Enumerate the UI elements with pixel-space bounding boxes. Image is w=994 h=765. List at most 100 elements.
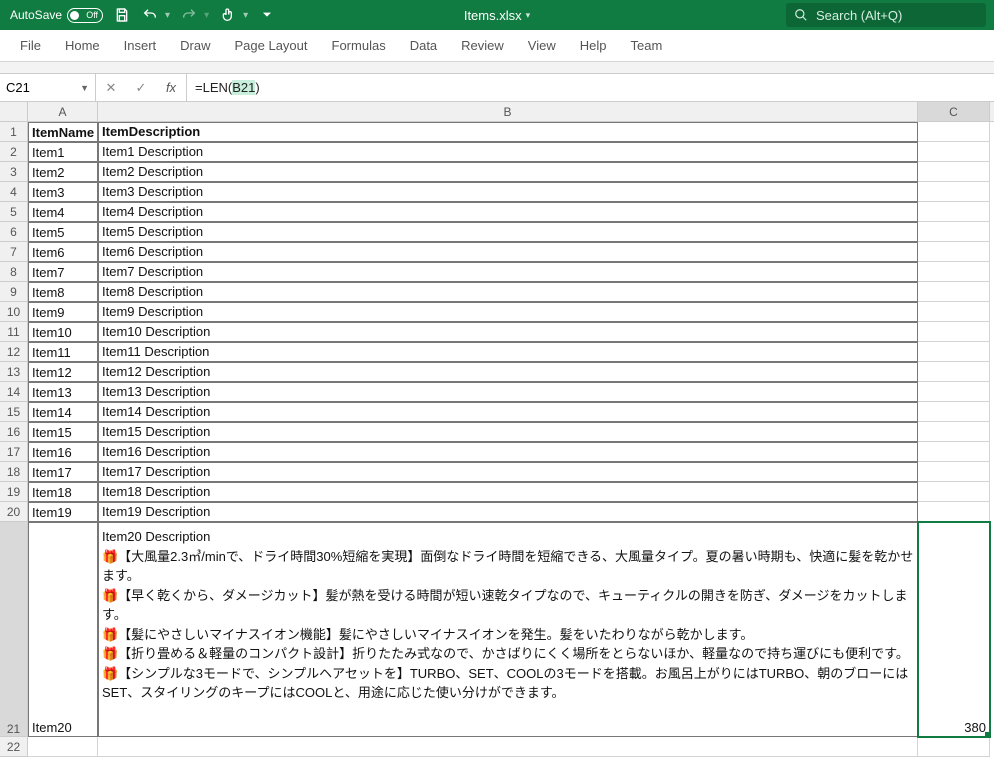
cell[interactable]: Item16 bbox=[28, 442, 98, 462]
cell[interactable]: Item5 bbox=[28, 222, 98, 242]
cancel-formula-icon[interactable]: ✕ bbox=[96, 74, 126, 101]
cell[interactable] bbox=[918, 737, 990, 757]
workbook-title[interactable]: Items.xlsx ▾ bbox=[464, 8, 530, 23]
cell[interactable]: Item13 Description bbox=[98, 382, 918, 402]
cell[interactable]: Item20 bbox=[28, 522, 98, 737]
row-header[interactable]: 10 bbox=[0, 302, 28, 322]
row-header[interactable]: 8 bbox=[0, 262, 28, 282]
col-header-b[interactable]: B bbox=[98, 102, 918, 121]
tab-insert[interactable]: Insert bbox=[124, 38, 157, 53]
row-header[interactable]: 19 bbox=[0, 482, 28, 502]
fx-icon[interactable]: fx bbox=[156, 74, 186, 101]
cell[interactable]: Item15 bbox=[28, 422, 98, 442]
chevron-down-icon[interactable]: ▾ bbox=[243, 10, 248, 21]
cell[interactable]: Item9 Description bbox=[98, 302, 918, 322]
tab-help[interactable]: Help bbox=[580, 38, 607, 53]
cell[interactable] bbox=[918, 282, 990, 302]
active-cell[interactable]: 380 bbox=[918, 522, 990, 737]
col-header-a[interactable]: A bbox=[28, 102, 98, 121]
row-header[interactable]: 22 bbox=[0, 737, 28, 757]
row-header[interactable]: 13 bbox=[0, 362, 28, 382]
cell[interactable]: Item14 Description bbox=[98, 402, 918, 422]
cell[interactable]: Item4 Description bbox=[98, 202, 918, 222]
cell[interactable]: Item7 bbox=[28, 262, 98, 282]
qat-customize-icon[interactable]: ⏷ bbox=[258, 6, 276, 24]
cell[interactable] bbox=[918, 202, 990, 222]
cell[interactable] bbox=[918, 122, 990, 142]
select-all-corner[interactable] bbox=[0, 102, 28, 121]
undo-icon[interactable] bbox=[141, 6, 159, 24]
cell[interactable]: Item5 Description bbox=[98, 222, 918, 242]
col-header-c[interactable]: C bbox=[918, 102, 990, 121]
cell[interactable] bbox=[918, 242, 990, 262]
autosave-toggle[interactable]: AutoSave Off bbox=[10, 8, 103, 23]
cell[interactable] bbox=[918, 182, 990, 202]
save-icon[interactable] bbox=[113, 6, 131, 24]
row-header[interactable]: 7 bbox=[0, 242, 28, 262]
tab-formulas[interactable]: Formulas bbox=[332, 38, 386, 53]
enter-formula-icon[interactable]: ✓ bbox=[126, 74, 156, 101]
cell[interactable] bbox=[98, 737, 918, 757]
cell[interactable]: Item12 bbox=[28, 362, 98, 382]
search-box[interactable]: Search (Alt+Q) bbox=[786, 3, 986, 27]
cell[interactable]: Item14 bbox=[28, 402, 98, 422]
cell[interactable]: Item4 bbox=[28, 202, 98, 222]
cell[interactable]: Item13 bbox=[28, 382, 98, 402]
row-header[interactable]: 18 bbox=[0, 462, 28, 482]
cell[interactable] bbox=[918, 442, 990, 462]
cell[interactable]: Item2 Description bbox=[98, 162, 918, 182]
cell[interactable] bbox=[918, 262, 990, 282]
tab-file[interactable]: File bbox=[20, 38, 41, 53]
cell[interactable]: Item3 Description bbox=[98, 182, 918, 202]
row-header[interactable]: 15 bbox=[0, 402, 28, 422]
cell[interactable] bbox=[918, 302, 990, 322]
tab-view[interactable]: View bbox=[528, 38, 556, 53]
formula-input[interactable]: =LEN(B21) bbox=[187, 74, 994, 101]
row-header[interactable]: 9 bbox=[0, 282, 28, 302]
row-header[interactable]: 21 bbox=[0, 522, 28, 737]
cell[interactable]: Item20 Description 🎁【大風量2.3㎥/minで、ドライ時間3… bbox=[98, 522, 918, 737]
cell[interactable]: Item8 bbox=[28, 282, 98, 302]
row-header[interactable]: 14 bbox=[0, 382, 28, 402]
cell[interactable]: Item8 Description bbox=[98, 282, 918, 302]
cell[interactable]: Item1 Description bbox=[98, 142, 918, 162]
cell[interactable]: Item18 bbox=[28, 482, 98, 502]
cell[interactable] bbox=[918, 342, 990, 362]
cell[interactable]: Item2 bbox=[28, 162, 98, 182]
cell[interactable]: Item3 bbox=[28, 182, 98, 202]
cell[interactable]: Item15 Description bbox=[98, 422, 918, 442]
name-box[interactable]: C21 ▼ bbox=[0, 74, 96, 101]
chevron-down-icon[interactable]: ▾ bbox=[165, 10, 170, 21]
row-header[interactable]: 16 bbox=[0, 422, 28, 442]
tab-home[interactable]: Home bbox=[65, 38, 100, 53]
tab-review[interactable]: Review bbox=[461, 38, 504, 53]
cell[interactable]: Item9 bbox=[28, 302, 98, 322]
cell[interactable] bbox=[918, 142, 990, 162]
row-header[interactable]: 12 bbox=[0, 342, 28, 362]
cell[interactable] bbox=[918, 422, 990, 442]
cell[interactable]: Item10 bbox=[28, 322, 98, 342]
touch-mode-icon[interactable] bbox=[219, 6, 237, 24]
cell[interactable]: Item10 Description bbox=[98, 322, 918, 342]
cell[interactable] bbox=[918, 362, 990, 382]
row-header[interactable]: 11 bbox=[0, 322, 28, 342]
row-header[interactable]: 20 bbox=[0, 502, 28, 522]
cell[interactable] bbox=[918, 382, 990, 402]
cell[interactable]: Item17 Description bbox=[98, 462, 918, 482]
row-header[interactable]: 2 bbox=[0, 142, 28, 162]
row-header[interactable]: 1 bbox=[0, 122, 28, 142]
cell[interactable]: Item19 bbox=[28, 502, 98, 522]
cell[interactable]: Item18 Description bbox=[98, 482, 918, 502]
cell[interactable]: Item12 Description bbox=[98, 362, 918, 382]
tab-data[interactable]: Data bbox=[410, 38, 437, 53]
row-header[interactable]: 6 bbox=[0, 222, 28, 242]
cell[interactable]: Item19 Description bbox=[98, 502, 918, 522]
cell[interactable]: ItemDescription bbox=[98, 122, 918, 142]
tab-team[interactable]: Team bbox=[631, 38, 663, 53]
cell[interactable]: ItemName bbox=[28, 122, 98, 142]
cell[interactable] bbox=[918, 322, 990, 342]
redo-icon[interactable] bbox=[180, 6, 198, 24]
row-header[interactable]: 5 bbox=[0, 202, 28, 222]
cell[interactable]: Item6 bbox=[28, 242, 98, 262]
cell[interactable] bbox=[918, 222, 990, 242]
